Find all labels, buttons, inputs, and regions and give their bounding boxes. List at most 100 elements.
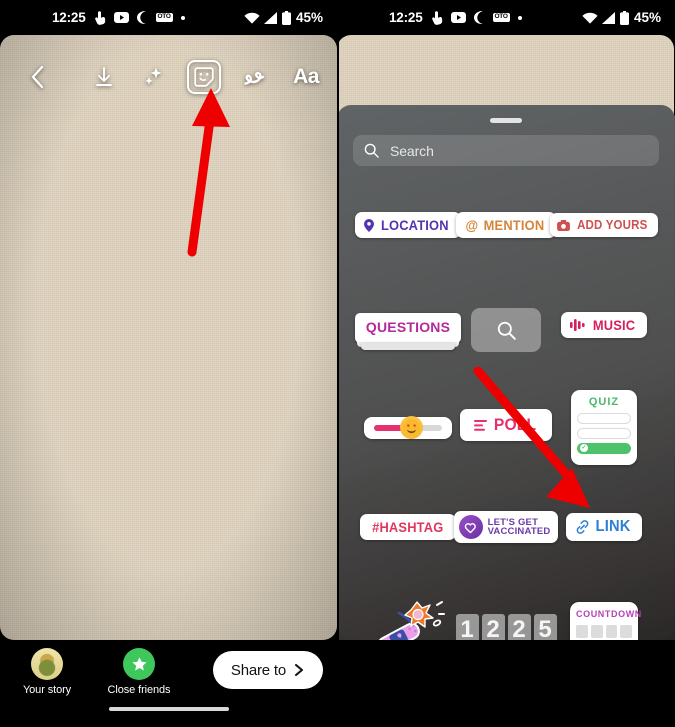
your-story-option[interactable]: Your story [12, 648, 82, 696]
heart-shield-icon [458, 515, 483, 539]
sticker-smiley-icon[interactable] [187, 60, 221, 94]
chip-clock: 1 2 2 5 [455, 614, 557, 640]
home-indicator [108, 707, 229, 711]
sticker-vaccinated[interactable]: LET'S GET VACCINATED [453, 508, 559, 546]
sticker-countdown[interactable]: COUNTDOWN [553, 600, 655, 640]
touch-icon [431, 10, 443, 25]
countdown-blocks [576, 625, 632, 638]
story-editor-toolbar: Aa [0, 52, 337, 102]
close-friends-option[interactable]: Close friends [104, 648, 174, 696]
chip-label: MUSIC [593, 317, 636, 333]
sticker-music[interactable]: MUSIC [553, 308, 655, 342]
audience-options: Your story Close friends [12, 648, 174, 696]
clock-digit: 1 [455, 614, 479, 640]
sticker-poll[interactable]: POLL [455, 408, 557, 442]
draw-squiggle-icon[interactable] [239, 62, 269, 92]
share-to-button[interactable]: Share to [212, 651, 323, 689]
search-input[interactable]: Search [353, 135, 659, 166]
countdown-block [620, 625, 632, 638]
chip-label: MENTION [483, 217, 545, 233]
chip-link: LINK [566, 513, 642, 541]
chip-label: #HASHTAG [372, 519, 444, 535]
dot-icon [180, 15, 185, 20]
left-phone-screen: 12:25 OTO 45% Aa Your story Close friend… [0, 0, 337, 727]
sticker-emoji-slider[interactable] [357, 408, 459, 448]
back-chevron-icon[interactable] [22, 62, 52, 92]
clock-digit: 2 [481, 614, 505, 640]
text-tool-button[interactable]: Aa [289, 62, 323, 92]
search-placeholder: Search [390, 142, 434, 159]
moon-icon [473, 11, 485, 24]
sticker-questions[interactable]: QUESTIONS [354, 308, 462, 350]
chip-add-yours: ADD YOURS [550, 213, 658, 237]
youtube-icon [113, 12, 129, 23]
vaccinated-text: LET'S GET VACCINATED [488, 517, 551, 537]
story-share-bar: Your story Close friends Share to [0, 640, 337, 727]
search-icon [364, 143, 379, 158]
battery-icon [619, 10, 629, 25]
chip-music: MUSIC [561, 312, 647, 338]
quiz-option-2 [577, 427, 631, 439]
status-time: 12:25 [52, 10, 86, 25]
status-bar-right: 12:25 OTO 45% [337, 0, 675, 35]
sparkle-icon[interactable] [139, 62, 169, 92]
sticker-flower-bandaid[interactable] [357, 598, 459, 640]
poll-lines-icon [473, 419, 487, 431]
sticker-location[interactable]: LOCATION [355, 208, 461, 242]
check-icon: ✓ [580, 444, 588, 452]
oto-badge-icon: OTO [492, 13, 510, 22]
your-story-label: Your story [22, 684, 72, 696]
quiz-option-correct: ✓ [577, 442, 631, 454]
status-bar-right-group: 45% [244, 10, 323, 25]
avatar [31, 648, 63, 680]
chip-label: ADD YOURS [577, 218, 648, 232]
signal-icon [263, 11, 278, 24]
chip-mention: @ MENTION [456, 212, 556, 238]
quiz-option-1 [577, 412, 631, 424]
share-to-label: Share to [230, 661, 286, 679]
search-tile [471, 308, 541, 352]
oto-badge-icon: OTO [155, 13, 173, 22]
smiley-hearts-emoji [400, 416, 423, 439]
status-bar-right-group: 45% [582, 10, 661, 25]
chip-location: LOCATION [355, 212, 461, 238]
chip-emoji-slider [364, 416, 452, 439]
download-icon[interactable] [89, 62, 119, 92]
clock-digit: 2 [507, 614, 531, 640]
search-icon [497, 321, 516, 340]
sticker-gif-search[interactable] [455, 308, 557, 352]
status-bar-left-group: 12:25 OTO [52, 10, 185, 25]
sticker-quiz[interactable]: QUIZ ✓ [553, 389, 655, 465]
status-time: 12:25 [389, 10, 423, 25]
status-bar-left: 12:25 OTO 45% [0, 0, 337, 35]
quiz-title: QUIZ [588, 395, 620, 408]
star-icon [123, 648, 155, 680]
battery-icon [281, 10, 291, 25]
close-friends-label: Close friends [107, 684, 171, 696]
sticker-mention[interactable]: @ MENTION [455, 208, 557, 242]
wifi-icon [244, 12, 260, 24]
chip-poll: POLL [459, 409, 553, 441]
chevron-right-icon [294, 663, 304, 677]
countdown-title: COUNTDOWN [576, 609, 642, 619]
drag-handle[interactable] [490, 118, 522, 123]
story-photo-canvas[interactable] [0, 35, 337, 640]
sticker-hashtag[interactable]: #HASHTAG [357, 510, 459, 544]
youtube-icon [450, 12, 466, 23]
music-bars-icon [570, 319, 586, 331]
chip-label: LOCATION [381, 217, 449, 233]
story-toolbar-actions: Aa [89, 60, 323, 94]
signal-icon [601, 11, 616, 24]
countdown-block [605, 625, 618, 638]
countdown-block [590, 625, 603, 638]
battery-percent: 45% [633, 10, 661, 25]
chip-quiz: QUIZ ✓ [571, 389, 637, 465]
sticker-link[interactable]: LINK [553, 510, 655, 544]
sticker-clock[interactable]: 1 2 2 5 [455, 612, 557, 640]
flower-bandaid-art [369, 599, 447, 640]
camera-icon [557, 219, 571, 231]
rug-photo-vignette [0, 35, 337, 640]
right-phone-screen: 12:25 OTO 45% Search LOCATION @ MENTION … [337, 0, 675, 727]
dot-icon [517, 15, 522, 20]
sticker-add-yours[interactable]: ADD YOURS [550, 208, 658, 242]
